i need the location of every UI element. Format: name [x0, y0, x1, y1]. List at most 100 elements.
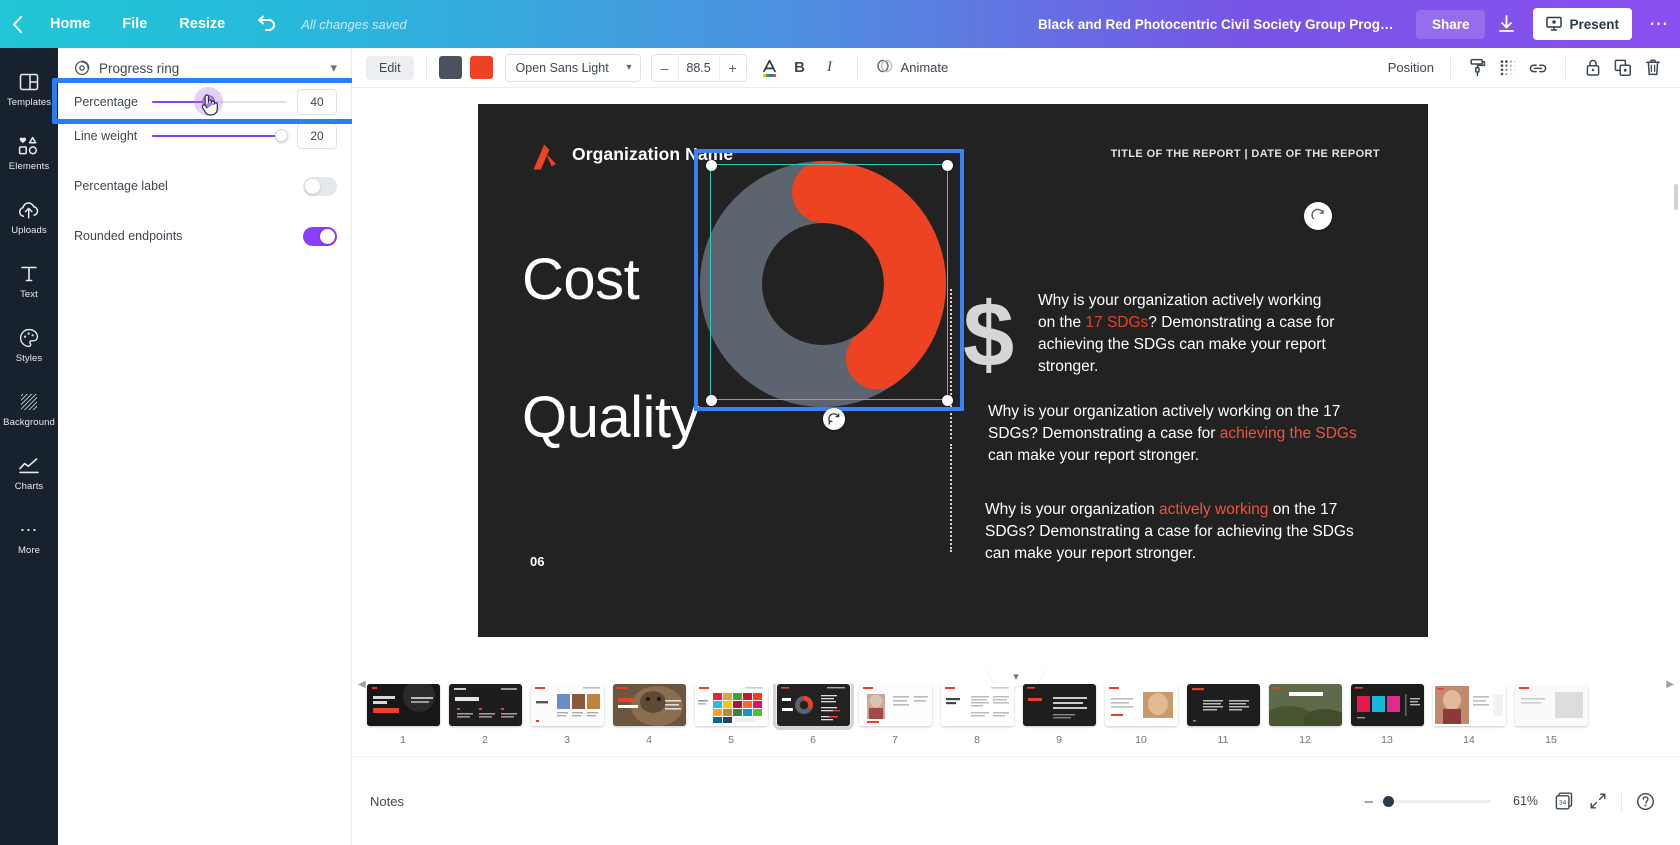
- notes-button[interactable]: Notes: [370, 794, 404, 809]
- page-thumbnail[interactable]: [1350, 684, 1424, 726]
- trash-icon[interactable]: [1638, 53, 1668, 83]
- page-thumbnail[interactable]: [1268, 684, 1342, 726]
- download-icon[interactable]: [1485, 0, 1527, 48]
- thumbnail-cell[interactable]: 11: [1182, 684, 1264, 746]
- share-button[interactable]: Share: [1415, 9, 1486, 39]
- duplicate-icon[interactable]: [1608, 53, 1638, 83]
- page-thumbnail-selected[interactable]: [772, 684, 854, 730]
- home-button[interactable]: Home: [34, 0, 106, 48]
- sidebar-item-elements[interactable]: Elements: [0, 126, 58, 181]
- zoom-slider-knob[interactable]: [1383, 795, 1394, 807]
- sidebar-item-uploads[interactable]: Uploads: [0, 190, 58, 245]
- sidebar-item-templates[interactable]: Templates: [0, 62, 58, 117]
- sidebar-item-charts[interactable]: Charts: [0, 446, 58, 501]
- page-thumbnail[interactable]: [1022, 684, 1096, 726]
- line-weight-slider-knob[interactable]: [275, 129, 288, 142]
- sidebar-item-text[interactable]: Text: [0, 254, 58, 309]
- page-thumbnail[interactable]: [530, 684, 604, 726]
- slide-canvas[interactable]: Organization Name TITLE OF THE REPORT | …: [478, 104, 1428, 637]
- percentage-slider[interactable]: [152, 92, 287, 112]
- thumbnail-cell[interactable]: 15: [1510, 684, 1592, 746]
- thumbnail-cell[interactable]: 7: [854, 684, 936, 746]
- paint-roller-icon[interactable]: [1463, 53, 1493, 83]
- transparency-icon[interactable]: [1493, 53, 1523, 83]
- zoom-slider[interactable]: [1379, 795, 1491, 807]
- text-block-2[interactable]: Why is your organization actively workin…: [988, 401, 1383, 467]
- rounded-endpoints-toggle[interactable]: [303, 226, 337, 246]
- position-button[interactable]: Position: [1388, 60, 1434, 75]
- thumbnail-cell[interactable]: 9: [1018, 684, 1100, 746]
- font-size-decrease-button[interactable]: –: [652, 55, 678, 81]
- page-thumbnail[interactable]: [1104, 684, 1178, 726]
- page-thumbnail[interactable]: [1432, 684, 1506, 726]
- page-thumbnail[interactable]: [612, 684, 686, 726]
- sidebar-item-styles[interactable]: Styles: [0, 318, 58, 373]
- thumbnail-cell[interactable]: 4: [608, 684, 690, 746]
- pages-count-icon[interactable]: 34: [1547, 784, 1581, 818]
- back-icon[interactable]: [0, 0, 34, 48]
- resize-handle-top-right[interactable]: [942, 160, 953, 171]
- resize-handle-bottom-left[interactable]: [706, 395, 717, 406]
- sidebar-item-more[interactable]: ⋯ More: [0, 510, 58, 565]
- thumbnail-cell[interactable]: 1: [362, 684, 444, 746]
- color-swatch-secondary[interactable]: [469, 56, 493, 79]
- link-icon[interactable]: [1523, 53, 1553, 83]
- undo-icon[interactable]: [241, 0, 291, 48]
- thumbnail-cell[interactable]: 12: [1264, 684, 1346, 746]
- color-swatch-primary[interactable]: [438, 56, 462, 79]
- present-button[interactable]: Present: [1533, 8, 1632, 40]
- dollar-symbol-text[interactable]: $: [963, 289, 1014, 381]
- font-family-select[interactable]: Open Sans Light ▾: [504, 53, 641, 82]
- question-mark-icon[interactable]: [1628, 784, 1662, 818]
- quality-heading-text[interactable]: Quality: [522, 384, 700, 451]
- font-size-input[interactable]: 88.5: [677, 54, 720, 81]
- italic-button[interactable]: I: [815, 53, 845, 83]
- thumbnail-cell[interactable]: 3: [526, 684, 608, 746]
- line-weight-slider[interactable]: [152, 126, 288, 146]
- progress-ring-element[interactable]: [696, 157, 950, 411]
- page-thumbnail[interactable]: [1514, 684, 1588, 726]
- expand-arrows-icon[interactable]: [1581, 784, 1615, 818]
- sidebar-item-background[interactable]: Background: [0, 382, 58, 437]
- page-thumbnail-strip[interactable]: 1 2 3 4 5 6 7 8 9 10 11 12 13 14 15: [352, 684, 1680, 756]
- page-thumbnail[interactable]: [858, 684, 932, 726]
- page-thumbnail[interactable]: [940, 684, 1014, 726]
- canvas-area[interactable]: Organization Name TITLE OF THE REPORT | …: [352, 88, 1680, 672]
- percentage-label-toggle[interactable]: [303, 176, 337, 196]
- percentage-slider-knob[interactable]: [201, 95, 215, 108]
- resize-handle-bottom-right[interactable]: [942, 395, 953, 406]
- resize-button[interactable]: Resize: [163, 0, 241, 48]
- resize-handle-top-left[interactable]: [706, 160, 717, 171]
- thumbnail-cell[interactable]: 2: [444, 684, 526, 746]
- thumbnail-cell[interactable]: 5: [690, 684, 772, 746]
- font-size-increase-button[interactable]: +: [720, 55, 746, 81]
- report-header-text[interactable]: TITLE OF THE REPORT | DATE OF THE REPORT: [1111, 148, 1380, 160]
- document-title[interactable]: Black and Red Photocentric Civil Society…: [1038, 17, 1398, 32]
- refresh-circle-icon[interactable]: [1304, 202, 1332, 230]
- thumbnail-cell[interactable]: 8: [936, 684, 1018, 746]
- edit-button[interactable]: Edit: [366, 55, 414, 80]
- zoom-out-icon[interactable]: –: [1365, 793, 1373, 810]
- text-block-1[interactable]: Why is your organization actively workin…: [1038, 290, 1338, 378]
- page-thumbnail[interactable]: [366, 684, 440, 726]
- page-thumbnail[interactable]: [448, 684, 522, 726]
- canvas-vertical-scrollbar[interactable]: [1674, 184, 1678, 210]
- bold-button[interactable]: B: [785, 53, 815, 83]
- thumbnail-cell[interactable]: 10: [1100, 684, 1182, 746]
- file-menu-button[interactable]: File: [106, 0, 163, 48]
- thumbnail-cell[interactable]: 14: [1428, 684, 1510, 746]
- rotate-handle-icon[interactable]: [823, 408, 845, 430]
- chevron-down-icon[interactable]: ▾: [330, 60, 337, 76]
- thumbnail-cell-selected[interactable]: 6: [772, 684, 854, 746]
- thumbnail-cell[interactable]: 13: [1346, 684, 1428, 746]
- animate-button[interactable]: Animate: [876, 58, 948, 77]
- line-weight-value-input[interactable]: 20: [297, 123, 337, 149]
- text-color-A-icon[interactable]: [755, 53, 785, 83]
- percentage-value-input[interactable]: 40: [297, 89, 337, 115]
- page-thumbnail[interactable]: [1186, 684, 1260, 726]
- lock-icon[interactable]: [1578, 53, 1608, 83]
- page-thumbnail[interactable]: [694, 684, 768, 726]
- strip-collapse-icon[interactable]: ▾: [987, 666, 1045, 686]
- more-options-icon[interactable]: ⋯: [1638, 0, 1680, 48]
- cost-heading-text[interactable]: Cost: [522, 246, 640, 313]
